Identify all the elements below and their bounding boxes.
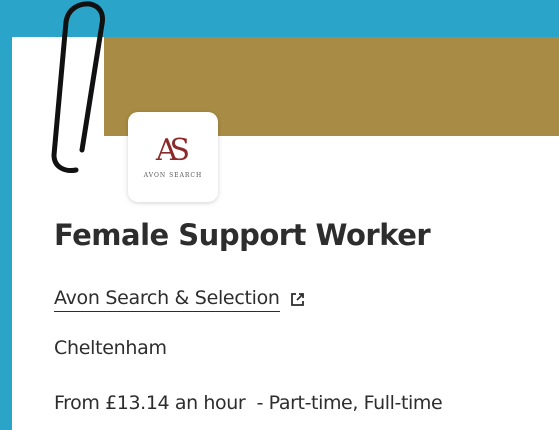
company-link[interactable]: Avon Search & Selection bbox=[54, 287, 280, 312]
company-row[interactable]: Avon Search & Selection bbox=[54, 287, 306, 312]
job-title: Female Support Worker bbox=[54, 218, 431, 252]
paperclip-icon bbox=[51, 1, 105, 173]
job-location: Cheltenham bbox=[54, 337, 167, 359]
logo-mark: AS bbox=[155, 132, 190, 168]
company-logo[interactable]: AS AVON SEARCH bbox=[128, 112, 218, 202]
logo-text: AVON SEARCH bbox=[143, 171, 203, 179]
job-type: - Part-time, Full-time bbox=[256, 392, 443, 414]
job-salary: From £13.14 an hour bbox=[54, 392, 246, 414]
job-salary-row: From £13.14 an hour - Part-time, Full-ti… bbox=[54, 392, 443, 414]
external-link-icon[interactable] bbox=[289, 291, 306, 308]
